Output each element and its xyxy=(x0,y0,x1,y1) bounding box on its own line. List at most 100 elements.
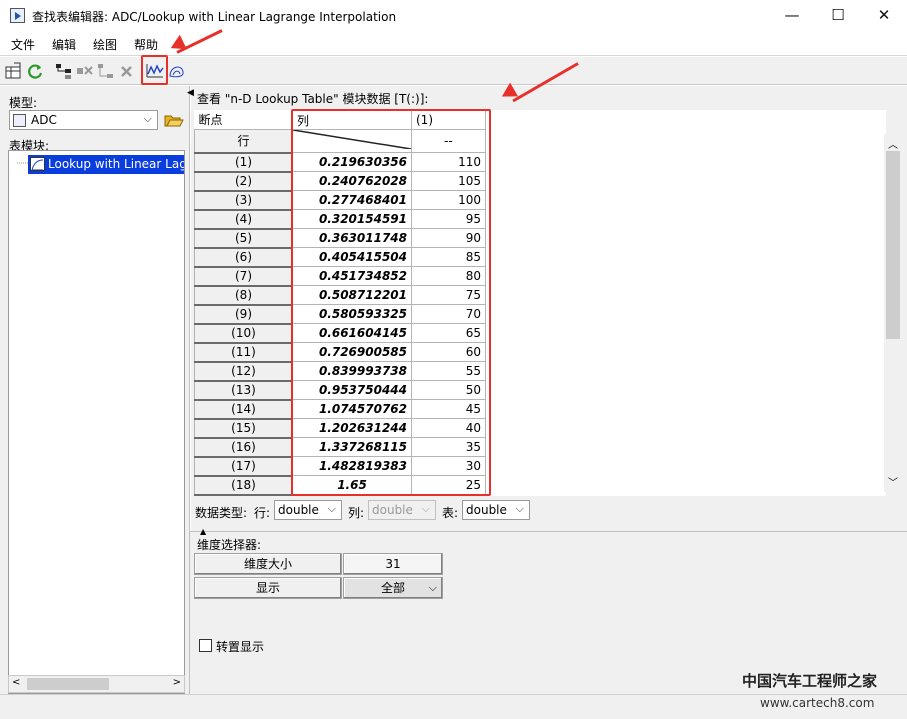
display-select[interactable]: 全部 ⌵ xyxy=(343,577,443,599)
table-value-cell[interactable]: 55 xyxy=(411,361,486,381)
row-index-cell: (14) xyxy=(194,399,293,420)
breakpoint-cell[interactable]: 0.661604145 xyxy=(292,323,412,343)
table-value-cell[interactable]: 25 xyxy=(411,475,486,495)
folder-open-icon[interactable] xyxy=(164,111,184,129)
table-row: (1) 0.219630356 110 xyxy=(194,152,486,173)
table-type-value: double xyxy=(466,503,507,517)
col-type-value: double xyxy=(372,503,413,517)
breakpoint-header: 断点 xyxy=(194,110,293,130)
mesh-plot-icon[interactable] xyxy=(168,62,186,80)
breakpoint-cell[interactable]: 0.219630356 xyxy=(292,152,412,172)
row-index-cell: (6) xyxy=(194,247,293,268)
breakpoint-cell[interactable]: 0.726900585 xyxy=(292,342,412,362)
remove-icon[interactable] xyxy=(118,62,136,80)
table-value-cell[interactable]: 50 xyxy=(411,380,486,400)
table-row: (7) 0.451734852 80 xyxy=(194,266,486,287)
table-value-cell[interactable]: 105 xyxy=(411,171,486,191)
corner-cell xyxy=(292,129,412,153)
breakpoint-cell[interactable]: 0.451734852 xyxy=(292,266,412,286)
transpose-label: 转置显示 xyxy=(216,640,265,654)
breakpoint-cell[interactable]: 0.580593325 xyxy=(292,304,412,324)
table-value-cell[interactable]: 110 xyxy=(411,152,486,172)
row-type-select[interactable]: double ⌵ xyxy=(274,500,342,520)
model-select[interactable]: ADC ⌵ xyxy=(9,110,158,130)
tree-add-icon[interactable] xyxy=(97,62,115,80)
splitter-icon[interactable]: ▲ xyxy=(200,527,206,536)
tree-item-lookup[interactable]: Lookup with Linear Lagrange Interpolatio… xyxy=(28,155,184,174)
table-vscrollbar[interactable]: ︿ ﹀ xyxy=(884,134,902,492)
minimize-button[interactable]: — xyxy=(769,0,815,31)
scroll-left-icon[interactable]: < xyxy=(12,677,20,688)
scroll-thumb[interactable] xyxy=(27,678,109,690)
collapse-arrow-icon[interactable]: ◀ xyxy=(187,88,194,98)
breakpoint-cell[interactable]: 0.277468401 xyxy=(292,190,412,210)
breakpoint-cell[interactable]: 0.363011748 xyxy=(292,228,412,248)
table-type-select[interactable]: double ⌵ xyxy=(462,500,530,520)
scroll-thumb[interactable] xyxy=(886,151,900,339)
display-button[interactable]: 显示 xyxy=(194,577,342,599)
breakpoint-cell[interactable]: 0.405415504 xyxy=(292,247,412,267)
menu-plot[interactable]: 绘图 xyxy=(93,36,117,53)
table-value-cell[interactable]: 85 xyxy=(411,247,486,267)
breakpoint-cell[interactable]: 0.953750444 xyxy=(292,380,412,400)
tree-delete-icon[interactable] xyxy=(76,62,94,80)
breakpoint-cell[interactable]: 1.074570762 xyxy=(292,399,412,419)
watermark-url: www.cartech8.com xyxy=(760,696,875,710)
table-open-icon[interactable] xyxy=(5,62,23,80)
breakpoint-cell[interactable]: 0.240762028 xyxy=(292,171,412,191)
table-value-cell[interactable]: 75 xyxy=(411,285,486,305)
table-value-cell[interactable]: 30 xyxy=(411,456,486,476)
breakpoint-cell[interactable]: 0.508712201 xyxy=(292,285,412,305)
breakpoint-cell[interactable]: 1.202631244 xyxy=(292,418,412,438)
breakpoint-cell[interactable]: 0.839993738 xyxy=(292,361,412,381)
line-plot-icon[interactable] xyxy=(146,62,164,80)
scroll-down-icon[interactable]: ﹀ xyxy=(888,474,898,489)
tree-link-icon[interactable] xyxy=(55,62,73,80)
table-row: (11) 0.726900585 60 xyxy=(194,342,486,363)
refresh-icon[interactable] xyxy=(26,62,44,80)
table-value-cell[interactable]: 95 xyxy=(411,209,486,229)
breakpoint-cell[interactable]: 0.320154591 xyxy=(292,209,412,229)
chevron-down-icon: ⌵ xyxy=(428,581,437,594)
dimension-size-value[interactable]: 31 xyxy=(343,553,443,575)
lookup-block-icon xyxy=(30,157,45,171)
table-value-cell[interactable]: 70 xyxy=(411,304,486,324)
table-value-cell[interactable]: 100 xyxy=(411,190,486,210)
table-heading: 查看 "n-D Lookup Table" 模块数据 [T(:)]: xyxy=(197,92,429,106)
table-row: (2) 0.240762028 105 xyxy=(194,171,486,192)
col-dash-cell: -- xyxy=(411,129,486,153)
table-value-cell[interactable]: 35 xyxy=(411,437,486,457)
chevron-down-icon: ⌵ xyxy=(143,112,152,125)
table-value-cell[interactable]: 40 xyxy=(411,418,486,438)
table-value-cell[interactable]: 45 xyxy=(411,399,486,419)
row-index-cell: (11) xyxy=(194,342,293,363)
menu-help[interactable]: 帮助 xyxy=(134,36,158,53)
table-value-cell[interactable]: 65 xyxy=(411,323,486,343)
table-value-cell[interactable]: 60 xyxy=(411,342,486,362)
table-row: (5) 0.363011748 90 xyxy=(194,228,486,249)
menu-file[interactable]: 文件 xyxy=(11,36,35,53)
breakpoint-cell[interactable]: 1.65 xyxy=(292,475,412,495)
table-value-cell[interactable]: 90 xyxy=(411,228,486,248)
scroll-up-icon[interactable]: ︿ xyxy=(888,136,898,151)
model-icon xyxy=(13,114,26,127)
data-table: 断点 列 (1) 行 -- (1) 0.219630356 110 (2) 0.2407… xyxy=(194,110,486,496)
display-value: 全部 xyxy=(380,581,405,595)
breakpoint-cell[interactable]: 1.482819383 xyxy=(292,456,412,476)
breakpoint-cell[interactable]: 1.337268115 xyxy=(292,437,412,457)
maximize-button[interactable]: ☐ xyxy=(815,0,861,31)
tree-hscrollbar[interactable]: < > xyxy=(8,675,185,693)
table-row: (9) 0.580593325 70 xyxy=(194,304,486,325)
dimension-size-button[interactable]: 维度大小 xyxy=(194,553,342,575)
table-row: (12) 0.839993738 55 xyxy=(194,361,486,382)
scroll-right-icon[interactable]: > xyxy=(173,677,181,688)
transpose-checkbox[interactable] xyxy=(199,639,212,652)
dimension-label: 维度选择器: xyxy=(197,538,262,552)
close-button[interactable]: ✕ xyxy=(861,0,907,31)
row-index-cell: (2) xyxy=(194,171,293,192)
table-value-cell[interactable]: 80 xyxy=(411,266,486,286)
menu-edit[interactable]: 编辑 xyxy=(52,36,76,53)
table-row: (15) 1.202631244 40 xyxy=(194,418,486,439)
row-index-cell: (17) xyxy=(194,456,293,477)
model-label: 模型: xyxy=(9,96,38,110)
